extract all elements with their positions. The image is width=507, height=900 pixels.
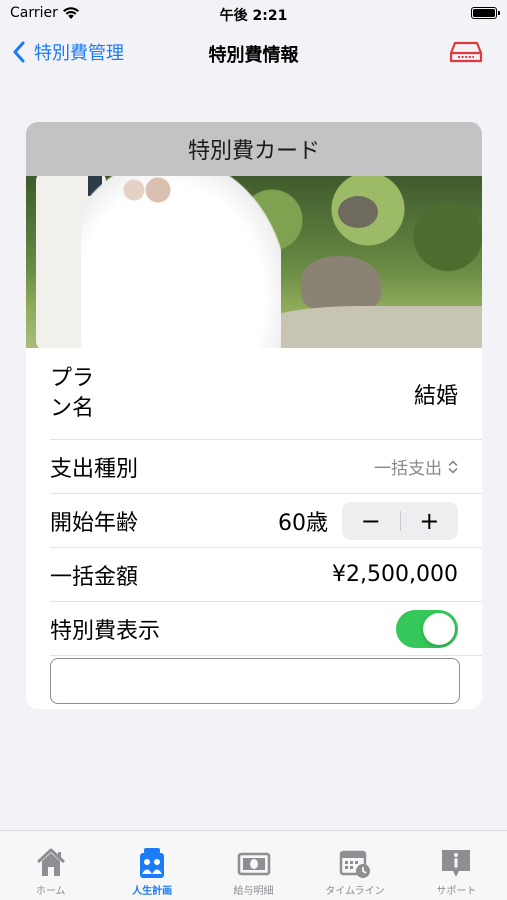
start-age-label: 開始年齢	[50, 510, 139, 536]
navigation-bar: 特別費管理 特別費情報	[0, 28, 507, 76]
expense-type-row: 支出種別 一括支出	[50, 440, 482, 494]
display-toggle[interactable]	[396, 609, 458, 648]
tab-support-label: サポート	[436, 886, 477, 897]
tab-life-plan[interactable]: 人生計画	[101, 831, 202, 900]
wedding-photo	[26, 176, 482, 348]
card-header: 特別費カード	[26, 122, 482, 176]
age-stepper: − +	[342, 501, 459, 540]
chevron-up-down-icon	[448, 460, 458, 473]
tab-timeline-label: タイムライン	[325, 886, 385, 897]
status-time: 午後 2:21	[219, 8, 288, 24]
toggle-knob	[423, 612, 455, 645]
start-age-row: 開始年齢 60歳 − +	[50, 494, 482, 548]
display-toggle-row: 特別費表示	[50, 602, 482, 656]
family-icon	[140, 848, 165, 878]
home-icon	[36, 848, 65, 876]
page-title: 特別費情報	[208, 45, 299, 66]
tab-home[interactable]: ホーム	[0, 831, 101, 900]
lump-sum-value: ¥2,500,000	[332, 562, 458, 587]
tab-home-label: ホーム	[35, 886, 66, 897]
calendar-clock-icon	[339, 850, 370, 878]
plan-name-label: プラン名	[50, 365, 95, 421]
info-bubble-icon	[442, 850, 471, 877]
memo-input[interactable]	[50, 658, 460, 704]
battery-icon	[471, 7, 500, 19]
tab-support[interactable]: サポート	[406, 831, 507, 900]
tab-life-plan-label: 人生計画	[132, 886, 173, 897]
tab-payslip-label: 給与明細	[233, 886, 274, 897]
start-age-value: 60歳	[278, 510, 328, 536]
lump-sum-row: 一括金額 ¥2,500,000	[50, 548, 482, 602]
plan-name-value: 結婚	[413, 383, 458, 409]
plan-name-row: プラン名 結婚	[50, 348, 482, 440]
banknote-icon	[237, 852, 270, 876]
tab-timeline[interactable]: タイムライン	[304, 831, 405, 900]
increment-button[interactable]: +	[401, 502, 459, 540]
lump-sum-label: 一括金額	[50, 564, 139, 590]
expense-type-picker[interactable]: 一括支出	[374, 454, 458, 479]
tab-payslip[interactable]: 給与明細	[203, 831, 304, 900]
expense-type-value: 一括支出	[374, 459, 442, 479]
status-bar: Carrier 午後 2:21	[0, 0, 507, 28]
decrement-button[interactable]: −	[342, 502, 400, 540]
hard-drive-icon[interactable]	[449, 39, 483, 65]
special-expense-card: 特別費カード プラン名 結婚 支出種別 一括支出 開始年齢 60歳 − + 一括…	[26, 122, 482, 709]
tab-bar: ホーム 人生計画 給与明細 タイムライン サポート	[0, 830, 507, 900]
expense-type-label: 支出種別	[50, 456, 139, 482]
display-toggle-label: 特別費表示	[50, 618, 161, 644]
